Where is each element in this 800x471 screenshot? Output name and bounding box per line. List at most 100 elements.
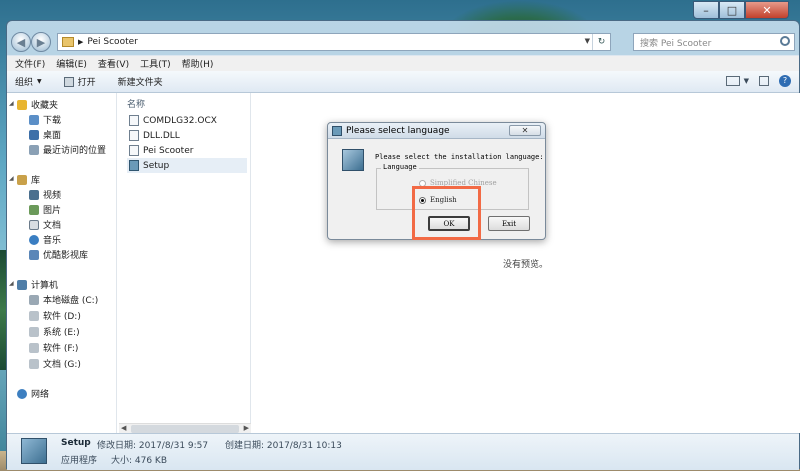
drive-icon [29, 358, 39, 369]
nav-drive-e[interactable]: 系统 (E:) [29, 325, 80, 338]
nav-label: 音乐 [43, 236, 62, 246]
scroll-thumb[interactable] [131, 425, 239, 433]
nav-drive-d[interactable]: 软件 (D:) [29, 309, 81, 322]
nav-music[interactable]: 音乐 [29, 233, 61, 246]
scroll-left-icon[interactable]: ◀ [121, 424, 126, 432]
nav-computer[interactable]: 计算机 [17, 278, 58, 291]
nav-desktop[interactable]: 桌面 [29, 128, 61, 141]
setup-icon [129, 160, 139, 171]
nav-label: 图片 [43, 206, 62, 216]
help-icon[interactable]: ? [779, 75, 791, 87]
expand-arrow-icon[interactable]: ◢ [9, 280, 14, 287]
video-icon [29, 189, 39, 200]
nav-favorites[interactable]: 收藏夹 [17, 98, 58, 111]
nav-label: 系统 (E:) [43, 328, 80, 338]
document-icon [29, 219, 39, 230]
file-icon [129, 145, 139, 156]
file-name: Setup [143, 160, 170, 171]
list-item[interactable]: COMDLG32.OCX [127, 113, 247, 128]
details-type: 应用程序 [61, 456, 98, 466]
nav-label: 文档 (G:) [43, 360, 81, 370]
nav-drive-f[interactable]: 软件 (F:) [29, 341, 78, 354]
new-folder-label: 新建文件夹 [117, 78, 163, 88]
view-dropdown-icon[interactable]: ▼ [744, 77, 749, 85]
minimize-button[interactable]: – [693, 1, 719, 19]
back-button[interactable]: ◀ [11, 32, 31, 52]
horizontal-scrollbar[interactable]: ◀ ▶ [119, 423, 251, 433]
nav-label: 优酷影视库 [43, 251, 89, 261]
forward-button[interactable]: ▶ [31, 32, 51, 52]
list-item[interactable]: Setup [127, 158, 247, 173]
network-icon [17, 388, 27, 399]
explorer-window: – □ ✕ ◀ ▶ ▶ Pei Scooter ▼ ↻ 搜索 Pei Scoot… [6, 1, 800, 470]
library-icon [17, 174, 27, 185]
nav-libraries[interactable]: 库 [17, 173, 40, 186]
open-button[interactable]: 打开 [63, 75, 96, 88]
nav-label: 计算机 [31, 281, 59, 291]
view-icon[interactable] [725, 76, 740, 86]
no-preview-text: 没有预览。 [503, 260, 549, 270]
download-icon [29, 114, 39, 125]
details-created: 创建日期: 2017/8/31 10:13 [225, 441, 342, 451]
nav-label: 软件 (D:) [43, 312, 81, 322]
file-list: 名称 COMDLG32.OCX DLL.DLL Pei Scooter Setu… [119, 93, 251, 433]
navigation-pane: ◢ 收藏夹 下载 桌面 最近访问的位置 ◢ 库 视频 图片 文档 音乐 优酷影视… [7, 93, 117, 433]
organize-button[interactable]: 组织 ▼ [15, 75, 42, 88]
drive-icon [29, 326, 39, 337]
folder-icon [62, 37, 74, 47]
menu-view[interactable]: 查看(V) [98, 57, 129, 70]
nav-label: 软件 (F:) [43, 344, 79, 354]
column-header-name[interactable]: 名称 [127, 97, 145, 110]
dialog-title: Please select language [346, 125, 450, 136]
details-name: Setup [61, 438, 91, 448]
open-icon [63, 76, 74, 87]
nav-youku[interactable]: 优酷影视库 [29, 248, 88, 261]
chevron-down-icon: ▼ [37, 78, 42, 85]
details-pane: Setup 应用程序 修改日期: 2017/8/31 9:57 大小: 476 … [7, 433, 799, 470]
maximize-button[interactable]: □ [719, 1, 745, 19]
nav-videos[interactable]: 视频 [29, 188, 61, 201]
nav-drive-g[interactable]: 文档 (G:) [29, 357, 81, 370]
search-icon[interactable] [780, 36, 790, 46]
address-row: ◀ ▶ ▶ Pei Scooter ▼ ↻ 搜索 Pei Scooter [7, 29, 799, 55]
nav-label: 网络 [31, 390, 50, 400]
dialog-prompt: Please select the installation language: [375, 153, 544, 161]
refresh-icon[interactable]: ↻ [592, 34, 610, 50]
file-icon [129, 130, 139, 141]
nav-drive-c[interactable]: 本地磁盘 (C:) [29, 293, 98, 306]
nav-recent[interactable]: 最近访问的位置 [29, 143, 106, 156]
new-folder-button[interactable]: 新建文件夹 [118, 75, 163, 88]
toolbar-right: ▼ ? [716, 75, 791, 87]
menu-help[interactable]: 帮助(H) [182, 57, 214, 70]
nav-downloads[interactable]: 下载 [29, 113, 61, 126]
breadcrumb[interactable]: Pei Scooter [87, 37, 137, 47]
nav-documents[interactable]: 文档 [29, 218, 61, 231]
nav-label: 库 [31, 176, 41, 186]
address-bar[interactable]: ▶ Pei Scooter ▼ ↻ [57, 33, 611, 51]
address-dropdown-icon[interactable]: ▼ [585, 37, 590, 45]
installer-icon [342, 149, 364, 171]
nav-pictures[interactable]: 图片 [29, 203, 61, 216]
scroll-right-icon[interactable]: ▶ [244, 424, 249, 432]
list-item[interactable]: Pei Scooter [127, 143, 247, 158]
nav-label: 本地磁盘 (C:) [43, 296, 99, 306]
search-input[interactable]: 搜索 Pei Scooter [633, 33, 795, 51]
menu-edit[interactable]: 编辑(E) [56, 57, 87, 70]
menu-file[interactable]: 文件(F) [15, 57, 45, 70]
preview-pane-icon[interactable] [759, 76, 769, 86]
nav-label: 桌面 [43, 131, 62, 141]
picture-icon [29, 204, 39, 215]
search-placeholder: 搜索 Pei Scooter [640, 38, 712, 49]
close-icon[interactable]: ✕ [509, 125, 541, 136]
close-button[interactable]: ✕ [745, 1, 789, 19]
exit-button[interactable]: Exit [488, 216, 530, 231]
expand-arrow-icon[interactable]: ◢ [9, 100, 14, 107]
list-item[interactable]: DLL.DLL [127, 128, 247, 143]
file-name: DLL.DLL [143, 130, 180, 141]
music-icon [29, 234, 39, 245]
nav-network[interactable]: 网络 [17, 387, 49, 400]
menu-tools[interactable]: 工具(T) [140, 57, 171, 70]
desktop-icon [29, 129, 39, 140]
drive-icon [29, 310, 39, 321]
expand-arrow-icon[interactable]: ◢ [9, 175, 14, 182]
